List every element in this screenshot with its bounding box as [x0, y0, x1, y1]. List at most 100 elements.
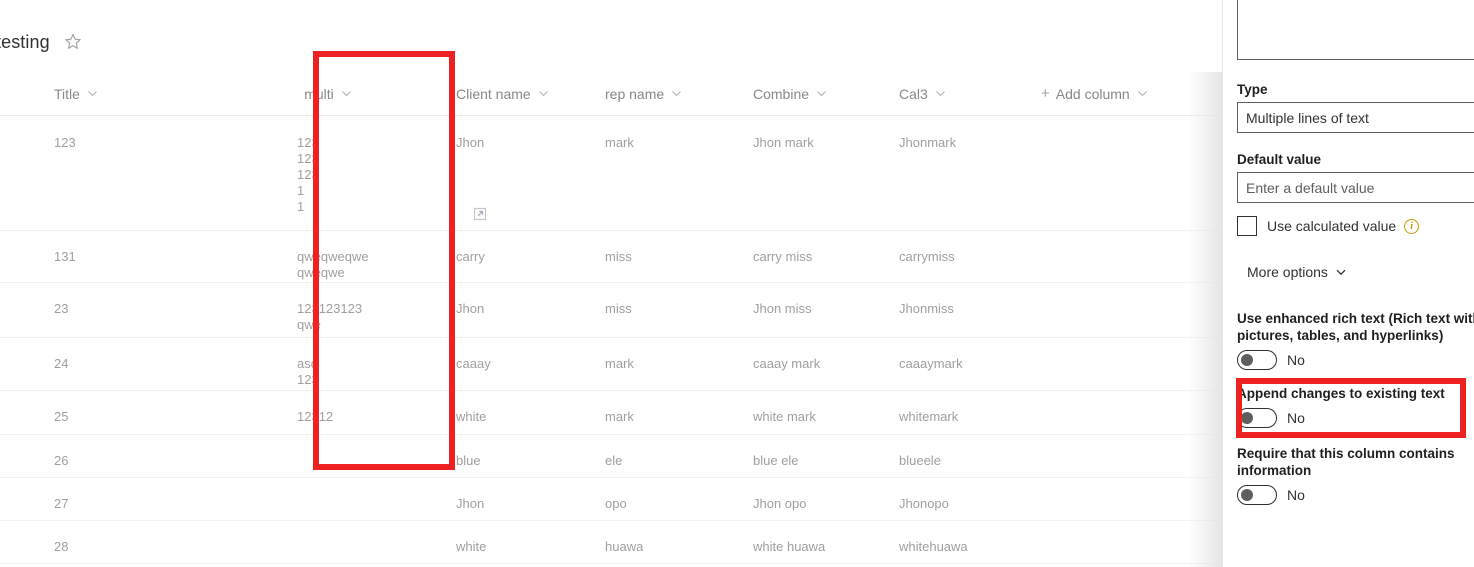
cell-cal3: Jhonmark: [899, 135, 957, 150]
table-row[interactable]: 131 qweqweqwe qweqwe carry miss carry mi…: [0, 231, 1222, 283]
screen-root: testing Title multi Client name rep name…: [0, 0, 1474, 567]
default-value-input[interactable]: Enter a default value: [1237, 172, 1474, 203]
cell-multi: qweqweqwe qweqwe: [297, 249, 369, 280]
cell-multi: 12312: [297, 409, 334, 424]
cell-rep-name: ele: [605, 453, 623, 468]
cell-rep-name: miss: [605, 249, 632, 264]
option-require-information-label: Require that this column contains inform…: [1237, 446, 1455, 478]
cell-title: 27: [54, 496, 69, 511]
cell-multi: [253, 435, 403, 477]
cell-spacer: [1003, 338, 1222, 390]
chevron-down-icon[interactable]: [87, 88, 98, 99]
open-in-new-icon[interactable]: [472, 206, 488, 222]
more-options-label: More options: [1247, 264, 1328, 280]
cell-cal3: blueele: [899, 453, 941, 468]
cell-spacer: [1003, 283, 1222, 337]
column-header-combine-label: Combine: [753, 85, 810, 102]
toggle-switch[interactable]: [1237, 350, 1277, 370]
chevron-down-icon[interactable]: [538, 88, 549, 99]
table-row[interactable]: 27 Jhon opo Jhon opo Jhonopo: [0, 478, 1222, 521]
cell-combine: Jhon miss: [753, 301, 812, 316]
cell-title: 25: [54, 409, 69, 424]
cell-title: 123: [54, 135, 76, 150]
cell-cal3: carrymiss: [899, 249, 955, 264]
cell-client-name: white: [456, 409, 487, 424]
column-header-row: Title multi Client name rep name Combine…: [0, 72, 1222, 116]
cell-title: 28: [54, 539, 69, 554]
chevron-down-icon[interactable]: [1335, 266, 1347, 278]
table-row[interactable]: 26 blue ele blue ele blueele: [0, 435, 1222, 478]
cell-multi: asd 123: [297, 356, 319, 387]
column-header-title-label: Title: [54, 85, 80, 102]
column-header-rep-name[interactable]: rep name: [553, 72, 703, 116]
cell-multi: [253, 478, 403, 520]
use-calculated-value-checkbox[interactable]: [1237, 216, 1257, 236]
option-enhanced-rich-text-toggle-row[interactable]: No: [1237, 350, 1474, 370]
option-require-information: Require that this column contains inform…: [1237, 445, 1474, 505]
column-header-combine[interactable]: Combine: [703, 72, 853, 116]
toggle-knob: [1241, 354, 1253, 366]
cell-spacer: [1003, 478, 1222, 520]
chevron-down-icon[interactable]: [671, 88, 682, 99]
option-require-information-toggle-row[interactable]: No: [1237, 485, 1474, 505]
option-append-changes-toggle-row[interactable]: No: [1237, 408, 1474, 428]
toggle-switch[interactable]: [1237, 408, 1277, 428]
option-append-changes-label: Append changes to existing text: [1237, 386, 1445, 401]
cell-cal3: whitemark: [899, 409, 959, 424]
plus-icon: +: [1041, 85, 1050, 102]
cell-cal3: whitehuawa: [899, 539, 968, 554]
star-icon[interactable]: [64, 33, 82, 51]
info-icon[interactable]: i: [1404, 218, 1420, 234]
column-header-title[interactable]: Title: [0, 72, 253, 116]
chevron-down-icon[interactable]: [341, 88, 352, 99]
add-column-button[interactable]: + Add column: [1003, 72, 1222, 116]
cell-cal3: Jhonopo: [899, 496, 949, 511]
cell-client-name: carry: [456, 249, 485, 264]
type-label: Type: [1237, 82, 1268, 97]
use-calculated-value-row[interactable]: Use calculated value i: [1237, 216, 1420, 236]
option-enhanced-rich-text: Use enhanced rich text (Rich text with p…: [1237, 310, 1474, 370]
chevron-down-icon[interactable]: [816, 88, 827, 99]
table-row[interactable]: 28 white huawa white huawa whitehuawa: [0, 521, 1222, 564]
cell-combine: blue ele: [753, 453, 799, 468]
cell-spacer: [1003, 231, 1222, 282]
type-dropdown[interactable]: Multiple lines of text: [1237, 102, 1474, 133]
cell-combine: carry miss: [753, 249, 813, 264]
description-textarea[interactable]: [1237, 0, 1474, 60]
cell-rep-name: opo: [605, 496, 627, 511]
cell-combine: Jhon opo: [753, 496, 807, 511]
list-rows: 123 123 123 123 1 1 Jhon mark Jhon mark …: [0, 117, 1222, 564]
type-value: Multiple lines of text: [1246, 109, 1369, 126]
table-row[interactable]: 123 123 123 123 1 1 Jhon mark Jhon mark …: [0, 117, 1222, 231]
cell-rep-name: huawa: [605, 539, 644, 554]
add-column-label: Add column: [1055, 85, 1130, 102]
table-row[interactable]: 23 123123123 qwe Jhon miss Jhon miss Jho…: [0, 283, 1222, 338]
cell-combine: Jhon mark: [753, 135, 814, 150]
chevron-down-icon[interactable]: [1137, 88, 1148, 99]
column-settings-panel: Type Multiple lines of text Default valu…: [1222, 0, 1474, 567]
table-row[interactable]: 24 asd 123 caaay mark caaay mark caaayma…: [0, 338, 1222, 391]
cell-rep-name: mark: [605, 409, 634, 424]
column-header-multi[interactable]: multi: [253, 72, 403, 116]
cell-client-name: white: [456, 539, 487, 554]
list-title-row: testing: [0, 28, 82, 56]
option-enhanced-rich-text-state: No: [1287, 352, 1305, 368]
more-options-toggle[interactable]: More options: [1247, 264, 1347, 280]
page-title: testing: [0, 32, 50, 52]
cell-title: 24: [54, 356, 69, 371]
column-header-cal3[interactable]: Cal3: [853, 72, 1003, 116]
column-header-client-name[interactable]: Client name: [403, 72, 553, 116]
toggle-knob: [1241, 489, 1253, 501]
cell-multi: 123 123 123 1 1: [297, 135, 319, 214]
cell-spacer: [1003, 117, 1222, 230]
cell-rep-name: miss: [605, 301, 632, 316]
use-calculated-value-label: Use calculated value: [1267, 218, 1397, 234]
cell-rep-name: mark: [605, 356, 634, 371]
toggle-switch[interactable]: [1237, 485, 1277, 505]
table-row[interactable]: 25 12312 white mark white mark whitemark: [0, 391, 1222, 435]
chevron-down-icon[interactable]: [935, 88, 946, 99]
cell-client-name: Jhon: [456, 301, 485, 316]
cell-multi: [253, 521, 403, 563]
cell-cal3: caaaymark: [899, 356, 963, 371]
cell-spacer: [1003, 435, 1222, 477]
